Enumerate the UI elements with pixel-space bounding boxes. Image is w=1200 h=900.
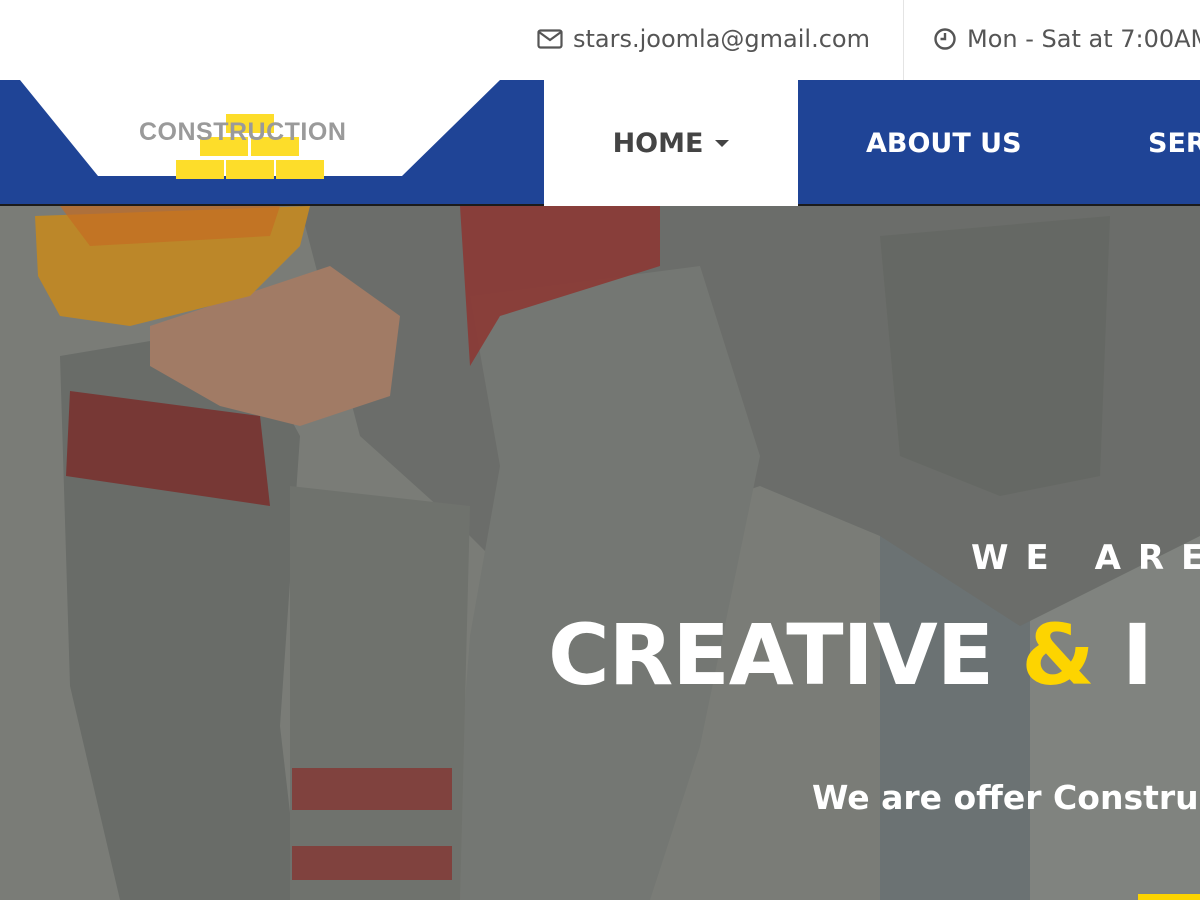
- hero-title: CREATIVE & I: [548, 606, 1153, 704]
- contact-email[interactable]: stars.joomla@gmail.com: [537, 22, 870, 56]
- envelope-icon: [537, 29, 563, 49]
- nav-item-home-label: HOME: [612, 127, 704, 159]
- top-info-bar: stars.joomla@gmail.com Mon - Sat at 7:00…: [0, 0, 1200, 80]
- clock-icon: [934, 28, 956, 50]
- nav-item-services[interactable]: SERV: [1148, 80, 1200, 206]
- hero-title-part2: I: [1121, 606, 1153, 704]
- hero-pretitle: WE ARE: [971, 538, 1200, 578]
- logo-text: CONSTRUCTION: [139, 118, 347, 146]
- hero-title-part1: CREATIVE: [548, 606, 994, 704]
- hero-subtitle: We are offer Construc: [812, 778, 1200, 817]
- chevron-down-icon: [715, 139, 730, 147]
- nav-item-about-label: ABOUT US: [866, 127, 1022, 159]
- nav-item-home[interactable]: HOME: [544, 80, 798, 206]
- opening-hours: Mon - Sat at 7:00AM: [933, 22, 1200, 56]
- contact-email-text: stars.joomla@gmail.com: [573, 25, 870, 53]
- hero-cta-accent[interactable]: [1138, 894, 1200, 900]
- topbar-divider: [903, 0, 904, 80]
- nav-item-about-us[interactable]: ABOUT US: [866, 80, 1022, 206]
- hero-slider: WE ARE CREATIVE & I We are offer Constru…: [0, 206, 1200, 900]
- opening-hours-text: Mon - Sat at 7:00AM: [967, 25, 1200, 53]
- nav-item-services-label: SERV: [1148, 127, 1200, 159]
- hero-title-ampersand: &: [1021, 606, 1094, 704]
